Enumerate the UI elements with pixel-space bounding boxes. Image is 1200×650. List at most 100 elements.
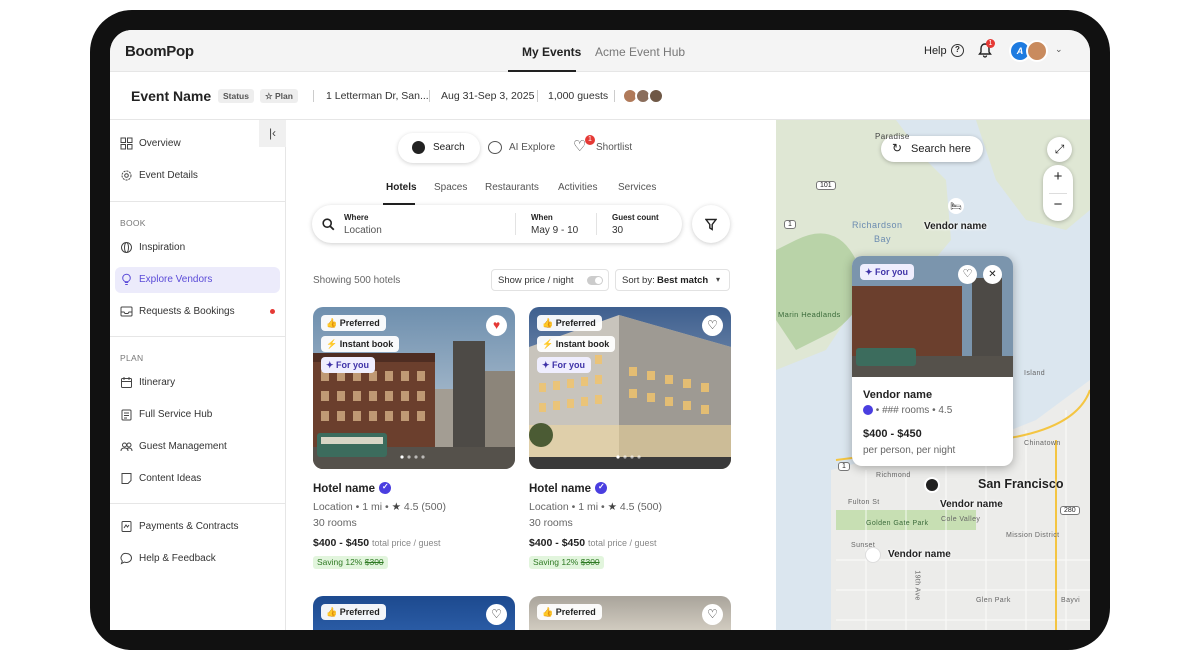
saving-label: Saving 12% — [317, 557, 363, 567]
help-icon[interactable]: ? — [951, 44, 964, 57]
where-input[interactable]: Location — [344, 225, 382, 236]
zoom-out-button[interactable]: − — [1043, 196, 1073, 213]
hotel-photo[interactable]: 👍 Preferred ♡ — [313, 596, 515, 630]
sidebar-item-label: Guest Management — [139, 441, 227, 452]
sidebar-item-label: Itinerary — [139, 377, 176, 388]
search-bar[interactable]: Where Location When May 9 - 10 Guest cou… — [312, 205, 682, 243]
divider — [110, 336, 286, 337]
bell-icon[interactable]: 1 — [978, 39, 995, 59]
sidebar-item-label: Explore Vendors — [139, 274, 213, 285]
map-pin[interactable] — [924, 477, 940, 493]
search-mode-button[interactable]: Search — [398, 133, 480, 163]
zoom-in-button[interactable]: + — [1043, 168, 1073, 185]
for-you-tag: ✦ For you — [537, 357, 592, 373]
heart-icon[interactable]: ♡ — [958, 265, 977, 284]
close-icon[interactable]: ✕ — [983, 265, 1002, 284]
hotel-card[interactable]: 👍 Preferred ♡ — [529, 596, 731, 630]
tag-label: For you — [875, 267, 909, 277]
map-vendor-popup[interactable]: ✦ For you ♡ ✕ Vendor name • ### rooms • … — [852, 256, 1013, 466]
filter-button[interactable] — [692, 205, 730, 243]
attendee-avatar — [648, 88, 664, 104]
hotel-photo[interactable]: 👍 Preferred ⚡ Instant book ✦ For you ♥ — [313, 307, 515, 469]
ai-explore-button[interactable]: AI Explore — [509, 142, 555, 153]
sidebar-item-itinerary[interactable]: Itinerary — [115, 370, 280, 396]
carousel-dots[interactable] — [615, 455, 645, 459]
favorite-button[interactable]: ♡ — [486, 604, 507, 625]
hotel-name[interactable]: Hotel name ✓ — [529, 482, 607, 495]
saving-badge: Saving 12% $300 — [529, 556, 604, 569]
map-place-label: Bay — [874, 234, 892, 244]
hotel-name[interactable]: Hotel name ✓ — [313, 482, 391, 495]
sidebar-item-help-feedback[interactable]: Help & Feedback — [115, 546, 280, 572]
for-you-tag: ✦ For you — [321, 357, 376, 373]
app-logo[interactable]: BoomPop — [125, 43, 194, 60]
sidebar-item-label: Content Ideas — [139, 473, 202, 484]
hotel-photo[interactable]: 👍 Preferred ⚡ Instant book ✦ For you ♡ — [529, 307, 731, 469]
map-place-label: 19th Ave — [913, 570, 921, 601]
hotel-card[interactable]: 👍 Preferred ♡ — [313, 596, 515, 630]
section-label-plan: PLAN — [120, 353, 144, 363]
tab-activities[interactable]: Activities — [558, 182, 597, 193]
user-avatar[interactable] — [1026, 40, 1048, 62]
map-vendor-label[interactable]: Vendor name — [888, 549, 951, 560]
popup-price: $400 - $450 — [863, 428, 922, 440]
sidebar-item-inspiration[interactable]: Inspiration — [115, 235, 280, 261]
tab-acme-event-hub[interactable]: Acme Event Hub — [595, 45, 685, 59]
map-place-label: Marin Headlands — [778, 310, 841, 319]
sidebar-item-guest-management[interactable]: Guest Management — [115, 434, 280, 460]
sidebar-item-full-service-hub[interactable]: Full Service Hub — [115, 402, 280, 428]
caret-down-icon: ▾ — [716, 275, 721, 284]
chevron-down-icon[interactable]: ⌄ — [1055, 44, 1063, 55]
sidebar-item-content-ideas[interactable]: Content Ideas — [115, 466, 280, 492]
map-place-label: Bayvi — [1061, 597, 1081, 604]
tab-services[interactable]: Services — [618, 182, 656, 193]
results-count: Showing 500 hotels — [313, 275, 401, 286]
map-pin[interactable] — [865, 547, 881, 563]
hotel-rating: 4.5 (500) — [619, 501, 662, 513]
help-link[interactable]: Help — [924, 45, 947, 57]
hotel-card[interactable]: 👍 Preferred ⚡ Instant book ✦ For you ♥ H… — [313, 307, 515, 577]
map[interactable]: ↻ Search here ⤢ + − Richardson Bay Parad… — [776, 120, 1090, 630]
sidebar-item-payments-contracts[interactable]: Payments & Contracts — [115, 514, 280, 540]
sidebar-item-explore-vendors[interactable]: Explore Vendors — [115, 267, 280, 293]
favorite-button[interactable]: ♡ — [702, 315, 723, 336]
sidebar-item-overview[interactable]: Overview — [115, 131, 280, 157]
sort-dropdown[interactable]: Sort by: Best match ▾ — [615, 269, 730, 291]
shortlist-button[interactable]: Shortlist — [596, 142, 632, 153]
price-value: $400 - $450 — [529, 537, 586, 549]
tab-my-events[interactable]: My Events — [522, 45, 581, 59]
tab-spaces[interactable]: Spaces — [434, 182, 467, 193]
status-badge[interactable]: Status — [218, 89, 254, 103]
when-input[interactable]: May 9 - 10 — [531, 225, 578, 236]
toggle-switch[interactable] — [587, 276, 603, 285]
sidebar-item-label: Overview — [139, 138, 181, 149]
map-vendor-label[interactable]: Vendor name — [924, 221, 987, 232]
popup-vendor-name[interactable]: Vendor name — [863, 389, 932, 401]
guest-count-input[interactable]: 30 — [612, 225, 623, 236]
tab-hotels[interactable]: Hotels — [386, 182, 417, 193]
sidebar-item-event-details[interactable]: Event Details — [115, 163, 280, 189]
hotel-card[interactable]: 👍 Preferred ⚡ Instant book ✦ For you ♡ H… — [529, 307, 731, 577]
favorite-button[interactable]: ♡ — [702, 604, 723, 625]
map-place-label: Island — [1024, 370, 1046, 377]
when-label: When — [531, 213, 553, 222]
carousel-dots[interactable] — [399, 455, 429, 459]
plan-badge[interactable]: ☆ Plan — [260, 89, 298, 103]
hotel-name-text: Hotel name — [529, 483, 591, 495]
divider — [429, 90, 430, 102]
map-vendor-label[interactable]: Vendor name — [940, 499, 1003, 510]
tab-restaurants[interactable]: Restaurants — [485, 182, 539, 193]
hotel-meta: Location • 1 mi • ★ 4.5 (500) — [529, 501, 662, 513]
hotel-photo[interactable]: 👍 Preferred ♡ — [529, 596, 731, 630]
expand-icon[interactable]: ⤢ — [1047, 137, 1072, 162]
popup-price-note: per person, per night — [863, 445, 956, 456]
note-icon — [121, 473, 132, 484]
favorite-button[interactable]: ♥ — [486, 315, 507, 336]
price-per-night-toggle[interactable]: Show price / night — [491, 269, 609, 291]
star-icon: ☆ — [265, 91, 273, 101]
sidebar-item-requests-bookings[interactable]: Requests & Bookings — [115, 299, 280, 325]
clipboard-icon — [121, 409, 132, 421]
hotel-rooms: 30 rooms — [313, 517, 357, 529]
event-header: Event Name Status ☆ Plan 1 Letterman Dr,… — [110, 72, 1090, 120]
map-pin[interactable]: 🛏 — [948, 198, 964, 214]
